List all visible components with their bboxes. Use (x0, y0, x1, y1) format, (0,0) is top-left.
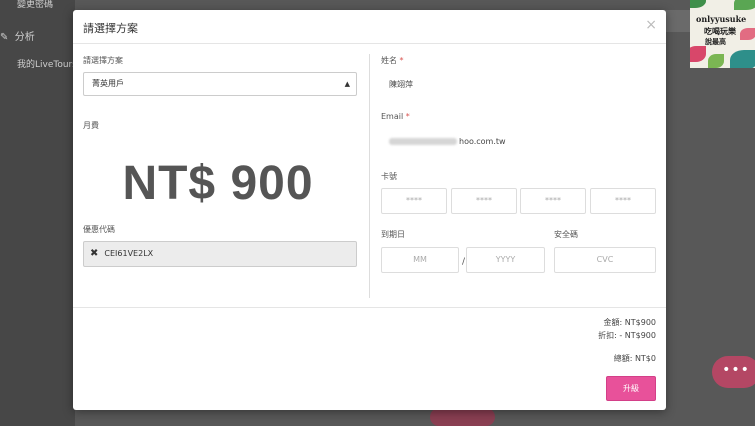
close-icon[interactable]: × (645, 18, 657, 32)
email-label-text: Email (381, 112, 404, 121)
remove-coupon-icon[interactable]: ✖ (90, 248, 98, 259)
monthly-fee-label: 月費 (83, 121, 99, 130)
card-number-input-1[interactable]: **** (381, 188, 447, 214)
plan-select-value: 菁英用戶 (92, 79, 124, 88)
modal-header: 請選擇方案 × (73, 10, 666, 44)
pencil-icon: ✎ (0, 32, 9, 43)
sidebar-item-change-password[interactable]: 變更密碼 (17, 0, 53, 10)
card-number-input-3[interactable]: **** (520, 188, 586, 214)
discount-text: 折扣: - NT$900 (598, 331, 656, 340)
coupon-code: CEI61VE2LX (104, 249, 154, 258)
cvc-input[interactable]: CVC (554, 247, 656, 273)
total-text: 總額: NT$0 (613, 354, 656, 363)
select-arrows-icon: ▲ (344, 80, 350, 88)
site-logo: onlyyusuke 吃喝玩樂 說最高 (690, 0, 755, 68)
cvc-label: 安全碼 (554, 230, 578, 239)
email-visible-part: hoo.com.tw (459, 137, 506, 146)
expiry-separator: / (462, 257, 466, 267)
logo-text-1: onlyyusuke (696, 14, 747, 24)
plan-modal: 請選擇方案 × 請選擇方案 菁英用戶 ▲ 月費 NT$ 900 優惠代碼 ✖ CE… (73, 10, 666, 410)
required-mark: * (399, 56, 404, 65)
coupon-field[interactable]: ✖ CEI61VE2LX (83, 241, 357, 267)
required-mark: * (405, 112, 410, 121)
upgrade-button[interactable]: 升級 (606, 376, 656, 401)
chat-bubble-button[interactable]: ••• (712, 356, 755, 388)
plan-price: NT$ 900 (122, 157, 314, 210)
email-label: Email * (381, 112, 410, 121)
expiry-label: 到期日 (381, 230, 405, 239)
email-redacted (389, 138, 457, 145)
amount-text: 金額: NT$900 (603, 318, 656, 327)
background-bottom-button (430, 408, 495, 426)
plan-label: 請選擇方案 (83, 56, 123, 65)
email-value: hoo.com.tw (389, 137, 506, 146)
logo-text-2: 吃喝玩樂 (704, 26, 736, 36)
sidebar-item-label: 分析 (14, 32, 35, 43)
sidebar-item-analytics[interactable]: ✎ 分析 (0, 28, 35, 43)
card-number-input-2[interactable]: **** (451, 188, 517, 214)
column-divider (369, 54, 370, 298)
logo-text-3: 說最高 (705, 37, 726, 46)
name-label-text: 姓名 (381, 56, 397, 65)
name-label: 姓名 * (381, 55, 404, 66)
expiry-year-input[interactable]: YYYY (466, 247, 545, 273)
footer-divider (73, 307, 666, 308)
card-number-input-4[interactable]: **** (590, 188, 656, 214)
name-value: 陳翊萍 (389, 80, 413, 89)
coupon-label: 優惠代碼 (83, 225, 115, 234)
card-number-label: 卡號 (381, 172, 397, 181)
plan-select[interactable]: 菁英用戶 ▲ (83, 72, 357, 96)
background-sidebar: 變更密碼 ✎ 分析 我的LiveTours (0, 0, 77, 426)
expiry-month-input[interactable]: MM (381, 247, 459, 273)
modal-title: 請選擇方案 (83, 22, 138, 35)
sidebar-item-my-livetours[interactable]: 我的LiveTours (17, 57, 77, 70)
